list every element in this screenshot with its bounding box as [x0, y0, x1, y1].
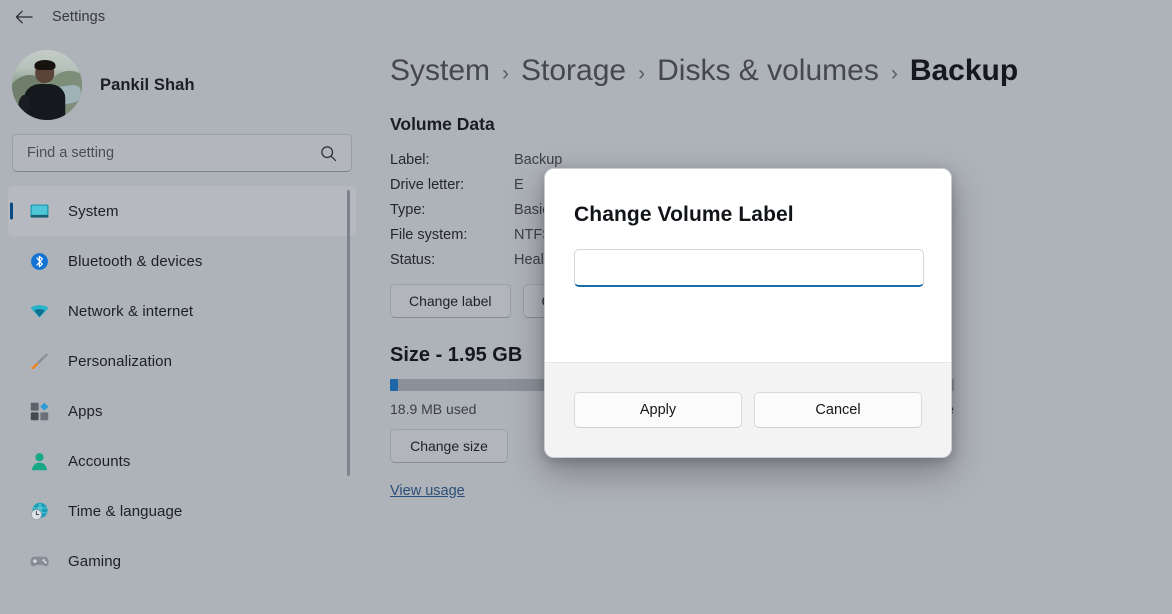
volume-label-input[interactable]: [574, 249, 924, 287]
globe-clock-icon: [28, 500, 50, 522]
storage-progress-fill: [390, 379, 398, 391]
sidebar-item-label: Gaming: [68, 552, 122, 570]
back-arrow-icon[interactable]: [8, 4, 38, 30]
monitor-icon: [28, 200, 50, 222]
view-usage-link[interactable]: View usage: [390, 483, 465, 499]
sidebar-item-gaming[interactable]: Gaming: [8, 536, 356, 586]
game-controller-icon: [28, 550, 50, 572]
title-bar: Settings: [0, 0, 1172, 34]
sidebar-scrollbar[interactable]: [347, 190, 350, 476]
property-key: Drive letter:: [390, 176, 465, 193]
breadcrumb-item-disks-volumes[interactable]: Disks & volumes: [657, 56, 879, 86]
person-icon: [28, 450, 50, 472]
paintbrush-icon: [28, 350, 50, 372]
breadcrumb-item-system[interactable]: System: [390, 56, 490, 86]
breadcrumb-item-storage[interactable]: Storage: [521, 56, 626, 86]
sidebar-item-label: Time & language: [68, 502, 183, 520]
breadcrumb-item-backup: Backup: [909, 54, 1019, 87]
sidebar-item-apps[interactable]: Apps: [8, 386, 356, 436]
bluetooth-icon: [28, 250, 50, 272]
change-size-button[interactable]: Change size: [390, 429, 508, 463]
property-value: Backup: [514, 151, 563, 168]
change-label-button[interactable]: Change label: [390, 284, 511, 318]
used-space-label: 18.9 MB used: [390, 401, 477, 417]
sidebar-item-label: Network & internet: [68, 302, 194, 320]
search-input[interactable]: [27, 145, 320, 161]
sidebar-nav: System Bluetooth & devices Network & int…: [8, 186, 356, 586]
breadcrumb-separator-icon: ›: [502, 62, 510, 85]
sidebar-item-label: Accounts: [68, 452, 131, 470]
sidebar-item-bluetooth-devices[interactable]: Bluetooth & devices: [8, 236, 356, 286]
property-key: Label:: [390, 151, 430, 168]
account-block[interactable]: Pankil Shah: [8, 34, 352, 126]
property-value: E: [514, 176, 524, 193]
breadcrumb-separator-icon: ›: [638, 62, 646, 85]
apps-grid-icon: [28, 400, 50, 422]
change-volume-label-dialog: Change Volume Label Apply Cancel: [544, 168, 952, 458]
sidebar-item-time-language[interactable]: Time & language: [8, 486, 356, 536]
settings-window: Settings Pankil Shah Find a setting Syst…: [0, 0, 1172, 614]
property-key: Type:: [390, 201, 426, 218]
sidebar-item-network-internet[interactable]: Network & internet: [8, 286, 356, 336]
cancel-button[interactable]: Cancel: [754, 392, 922, 428]
search-icon: [320, 145, 337, 162]
avatar: [12, 50, 82, 120]
search-box[interactable]: [12, 134, 352, 172]
sidebar-item-personalization[interactable]: Personalization: [8, 336, 356, 386]
sidebar-item-label: Personalization: [68, 352, 173, 370]
account-name: Pankil Shah: [100, 75, 195, 94]
sidebar-item-accounts[interactable]: Accounts: [8, 436, 356, 486]
breadcrumb: System › Storage › Disks & volumes › Bac…: [390, 56, 1172, 86]
apply-button[interactable]: Apply: [574, 392, 742, 428]
dialog-body: Change Volume Label: [545, 169, 951, 362]
dialog-title: Change Volume Label: [574, 203, 794, 226]
property-key: Status:: [390, 251, 436, 268]
app-title: Settings: [52, 9, 106, 25]
dialog-footer: Apply Cancel: [545, 362, 951, 457]
sidebar-item-label: Bluetooth & devices: [68, 252, 203, 270]
property-key: File system:: [390, 226, 468, 243]
breadcrumb-separator-icon: ›: [890, 62, 898, 85]
volume-data-title: Volume Data: [390, 114, 495, 134]
sidebar-item-label: Apps: [68, 402, 103, 420]
wifi-icon: [28, 300, 50, 322]
sidebar-item-system[interactable]: System: [8, 186, 356, 236]
sidebar-item-label: System: [68, 202, 119, 220]
search-wrapper: [12, 134, 352, 172]
sidebar: Pankil Shah Find a setting System Blueto…: [0, 34, 362, 614]
